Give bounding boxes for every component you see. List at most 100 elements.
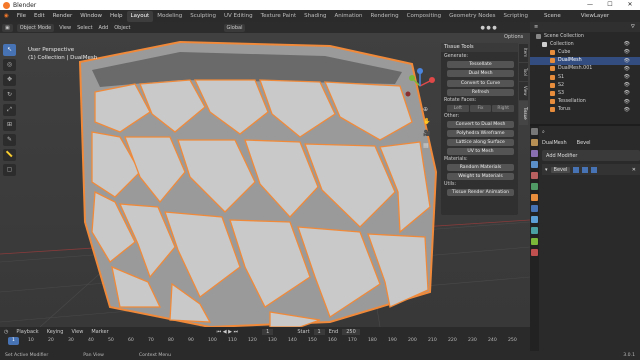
editor-type-icon[interactable]: ▣ (2, 23, 13, 32)
frame-ruler[interactable]: 10 20 30 40 50 60 70 80 90 100 110 120 130 140 150 160 1… (0, 338, 530, 346)
outliner-item[interactable]: Tessellation 👁 (530, 98, 640, 106)
scene-props-icon[interactable] (531, 172, 538, 179)
render-props-icon[interactable] (531, 139, 538, 146)
options-button[interactable]: Options (504, 34, 523, 40)
tab-item[interactable]: Item (519, 44, 528, 62)
annotate-tool-icon[interactable]: ✎ (3, 134, 16, 146)
data-props-icon[interactable] (531, 238, 538, 245)
zoom-icon[interactable]: ⊕ (423, 106, 433, 115)
select-menu[interactable]: Select (74, 25, 95, 31)
object-menu[interactable]: Object (111, 25, 133, 31)
material-props-icon[interactable] (531, 249, 538, 256)
keying-menu[interactable]: Keying (43, 329, 68, 335)
tab-compositing[interactable]: Compositing (403, 11, 445, 22)
visibility-eye-icon[interactable]: 👁 (624, 82, 630, 88)
visibility-eye-icon[interactable]: 👁 (624, 74, 630, 80)
edit-mode-toggle-icon[interactable] (573, 166, 580, 173)
playback-controls-icon[interactable]: ⏮ ◀ ▶ ⏭ (213, 329, 242, 335)
menu-window[interactable]: Window (76, 13, 106, 19)
orientation-dropdown[interactable]: Global (223, 23, 246, 32)
rotate-fix-button[interactable]: Fix (469, 105, 492, 112)
outliner-filter-icon[interactable]: ≡ (534, 24, 538, 30)
playback-menu[interactable]: Playback (12, 329, 42, 335)
visibility-eye-icon[interactable]: 👁 (624, 41, 630, 47)
tab-texture-paint[interactable]: Texture Paint (257, 11, 301, 22)
view-layer-selector[interactable]: ViewLayer (577, 13, 613, 19)
scene-selector[interactable]: Scene (540, 13, 565, 19)
modifier-props-icon[interactable] (531, 205, 538, 212)
particles-props-icon[interactable] (531, 216, 538, 223)
polyhedra-wireframe-button[interactable]: Polyhedra Wireframe (447, 130, 514, 137)
tool-props-icon[interactable] (531, 128, 538, 135)
expand-icon[interactable]: ▾ (545, 167, 548, 173)
add-modifier-button[interactable]: Add Modifier (542, 150, 640, 161)
add-cube-tool-icon[interactable]: ▢ (3, 164, 16, 176)
tab-tissue[interactable]: Tissue (519, 101, 528, 125)
convert-to-dual-mesh-button[interactable]: Convert to Dual Mesh (447, 121, 514, 128)
tessellate-button[interactable]: Tessellate (447, 61, 514, 68)
pan-icon[interactable]: ✋ (423, 118, 433, 127)
tab-layout[interactable]: Layout (126, 10, 154, 22)
timeline-editor-icon[interactable]: ◷ (0, 329, 12, 335)
tab-animation[interactable]: Animation (330, 11, 366, 22)
rotate-tool-icon[interactable]: ↻ (3, 89, 16, 101)
move-tool-icon[interactable]: ✥ (3, 74, 16, 86)
viewport-toggle-icon[interactable] (582, 166, 589, 173)
world-props-icon[interactable] (531, 183, 538, 190)
tab-shading[interactable]: Shading (300, 11, 330, 22)
tissue-render-animation-button[interactable]: Tissue Render Animation (447, 189, 514, 196)
refresh-button[interactable]: Refresh (447, 89, 514, 96)
outliner-item[interactable]: S2 👁 (530, 81, 640, 89)
menu-help[interactable]: Help (106, 13, 127, 19)
shading-buttons-icon[interactable]: ● ● ● (477, 25, 499, 31)
uv-to-mesh-button[interactable]: UV to Mesh (447, 148, 514, 155)
weight-to-materials-button[interactable]: Weight to Materials (447, 173, 514, 180)
close-button[interactable]: ✕ (620, 0, 640, 10)
tab-modeling[interactable]: Modeling (153, 11, 186, 22)
rotate-right-button[interactable]: Right (492, 105, 515, 112)
filter-funnel-icon[interactable]: ⛛ (631, 24, 635, 30)
outliner-item[interactable]: DualMesh.001 👁 (530, 65, 640, 73)
select-tool-icon[interactable]: ↖ (3, 44, 16, 56)
tab-tool[interactable]: Tool (519, 63, 528, 81)
view-menu[interactable]: View (56, 25, 74, 31)
transform-tool-icon[interactable]: ⊞ (3, 119, 16, 131)
dual-mesh-button[interactable]: Dual Mesh (447, 70, 514, 77)
navigation-gizmo[interactable] (400, 66, 440, 106)
minimize-button[interactable]: — (580, 0, 600, 10)
view-menu-timeline[interactable]: View (67, 329, 87, 335)
cursor-tool-icon[interactable]: ◎ (3, 59, 16, 71)
camera-view-icon[interactable]: 🎥 (423, 130, 433, 139)
tab-uv-editing[interactable]: UV Editing (220, 11, 257, 22)
grid-view-icon[interactable]: ▦ (423, 142, 433, 151)
blender-menu-icon[interactable]: ◉ (0, 13, 13, 19)
output-props-icon[interactable] (531, 150, 538, 157)
menu-edit[interactable]: Edit (30, 13, 49, 19)
scale-tool-icon[interactable]: ⤢ (3, 104, 16, 116)
outliner-item[interactable]: Collection 👁 (530, 40, 640, 48)
outliner-item[interactable]: Torus 👁 (530, 106, 640, 114)
rotate-left-button[interactable]: Left (447, 105, 469, 112)
tab-rendering[interactable]: Rendering (367, 11, 403, 22)
outliner-item[interactable]: S1 👁 (530, 73, 640, 81)
visibility-eye-icon[interactable]: 👁 (624, 99, 630, 105)
tab-view[interactable]: View (519, 82, 528, 100)
physics-props-icon[interactable] (531, 227, 538, 234)
tab-geometry-nodes[interactable]: Geometry Nodes (445, 11, 499, 22)
menu-file[interactable]: File (13, 13, 30, 19)
current-frame-field[interactable]: 1 (262, 329, 274, 335)
visibility-eye-icon[interactable]: 👁 (624, 58, 630, 64)
maximize-button[interactable]: ☐ (600, 0, 620, 10)
close-modifier-icon[interactable]: ✕ (632, 167, 636, 173)
add-menu[interactable]: Add (96, 25, 112, 31)
render-toggle-icon[interactable] (591, 166, 598, 173)
measure-tool-icon[interactable]: 📏 (3, 149, 16, 161)
search-icon[interactable]: ⌕ (542, 129, 545, 135)
modifier-name-field[interactable]: Bevel (550, 166, 571, 173)
object-props-icon[interactable] (531, 194, 538, 201)
tab-scripting[interactable]: Scripting (500, 11, 532, 22)
marker-menu[interactable]: Marker (87, 329, 112, 335)
visibility-eye-icon[interactable]: 👁 (624, 107, 630, 113)
visibility-eye-icon[interactable]: 👁 (624, 66, 630, 72)
menu-render[interactable]: Render (49, 13, 77, 19)
